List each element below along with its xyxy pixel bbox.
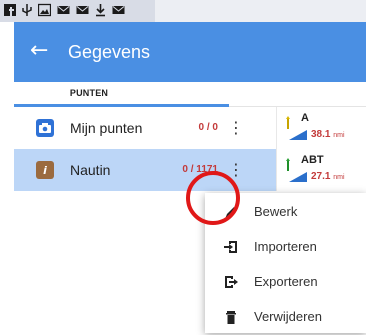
menu-item-label: Importeren	[254, 239, 317, 254]
point-item-abt[interactable]: ABT 27.1 nmi	[276, 149, 366, 191]
tab-punten[interactable]: PUNTEN	[14, 82, 229, 107]
bearing-icon	[289, 130, 307, 140]
status-icons	[4, 3, 125, 22]
list-item-count: 0 / 0	[198, 122, 218, 133]
point-item-a[interactable]: A 38.1 nmi	[276, 107, 366, 149]
point-distance: 27.1 nmi	[311, 171, 345, 182]
info-icon: i	[36, 161, 54, 179]
list-item-name: Nautin	[70, 162, 111, 178]
mail-icon	[112, 3, 125, 22]
mail-icon	[76, 3, 89, 22]
tab-label: PUNTEN	[69, 88, 109, 98]
highlight-circle	[186, 171, 240, 225]
status-bar	[0, 0, 366, 22]
menu-item-label: Exporteren	[254, 274, 318, 289]
status-bar-strip-right	[155, 0, 366, 22]
page-title: Gegevens	[68, 42, 151, 62]
point-name: A	[301, 112, 309, 124]
image-icon	[37, 3, 52, 22]
menu-item-importeren[interactable]: Importeren	[205, 230, 366, 265]
back-arrow-icon[interactable]: ←	[30, 39, 48, 63]
mail-icon	[57, 3, 70, 22]
menu-item-label: Verwijderen	[254, 309, 322, 324]
download-icon	[95, 3, 106, 22]
trash-icon	[223, 309, 239, 325]
tab-bar: PUNTEN	[14, 82, 366, 107]
app-bar: ← Gegevens	[14, 22, 366, 82]
facebook-icon	[4, 3, 16, 22]
menu-item-label: Bewerk	[254, 204, 298, 219]
menu-item-verwijderen[interactable]: Verwijderen	[205, 300, 366, 335]
bearing-icon	[289, 172, 307, 182]
menu-item-exporteren[interactable]: Exporteren	[205, 265, 366, 300]
import-icon	[223, 239, 239, 255]
list-item-name: Mijn punten	[70, 120, 143, 136]
list-item-mijn-punten[interactable]: Mijn punten 0 / 0 ⋮	[14, 107, 276, 150]
usb-icon	[22, 3, 32, 22]
point-name: ABT	[301, 154, 324, 166]
point-distance: 38.1 nmi	[311, 129, 345, 140]
more-vert-icon[interactable]: ⋮	[228, 118, 244, 138]
camera-icon	[36, 119, 54, 137]
export-icon	[223, 274, 239, 290]
